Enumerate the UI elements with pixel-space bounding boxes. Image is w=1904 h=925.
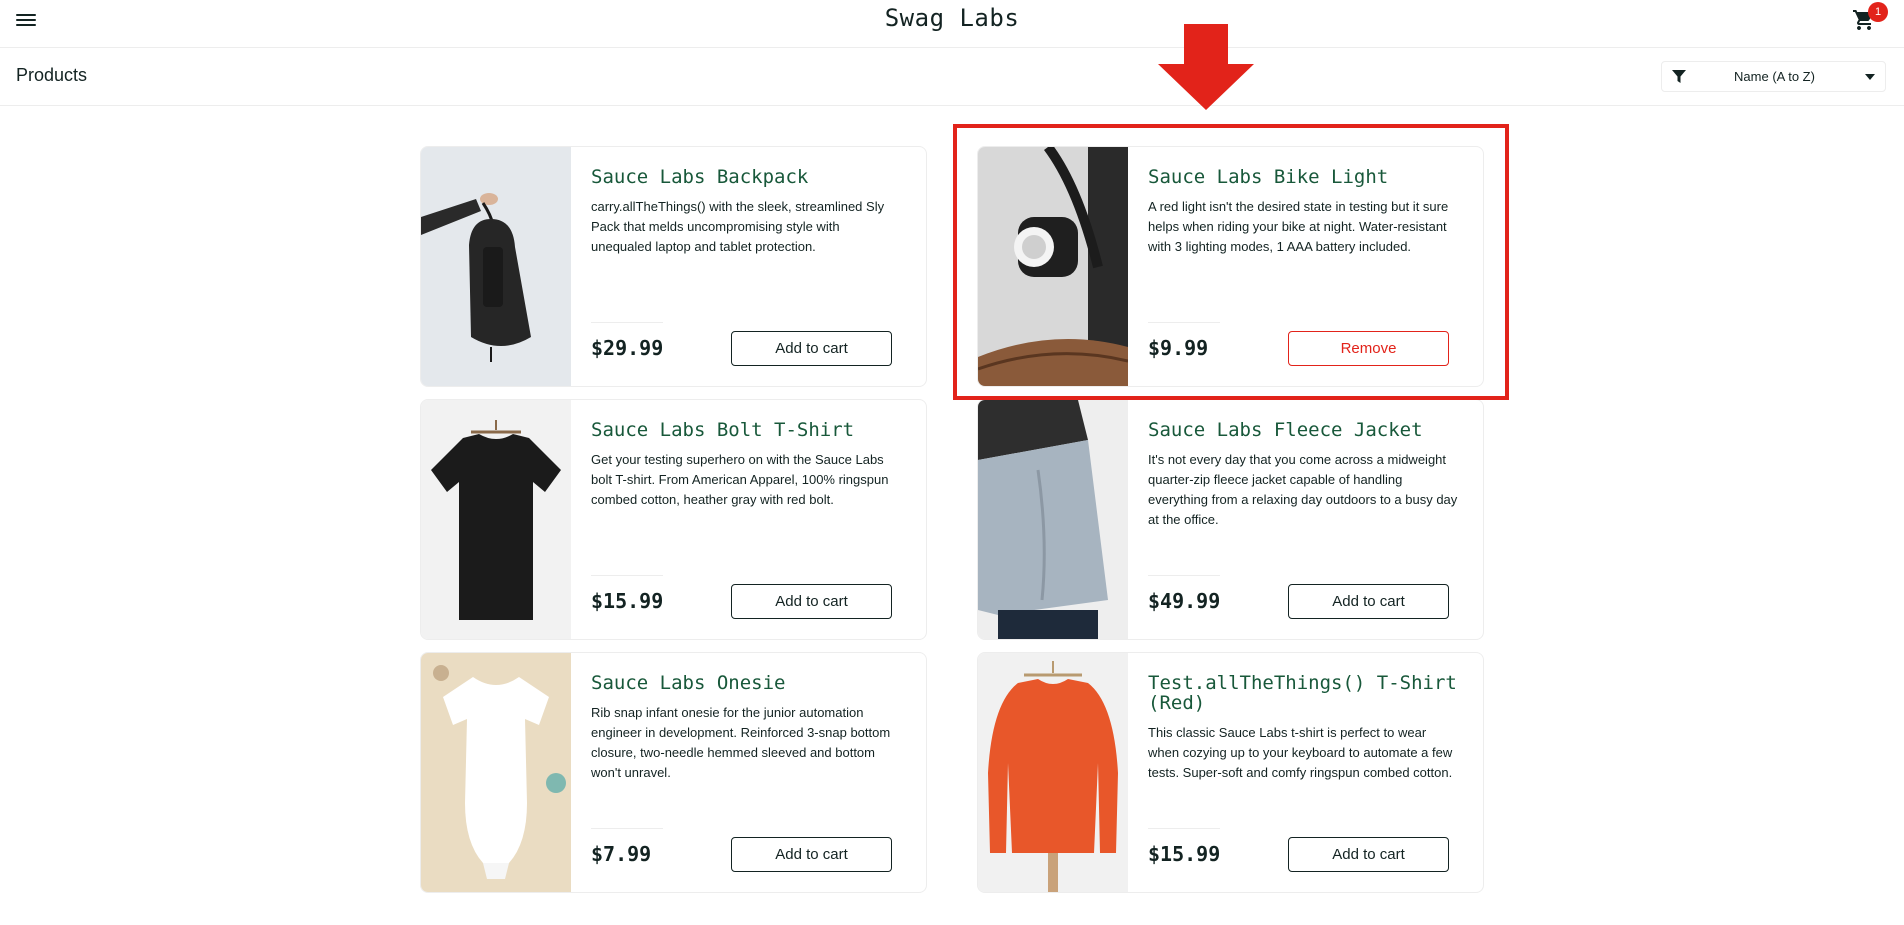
inventory-item: Sauce Labs Backpack carry.allTheThings()… <box>420 146 927 387</box>
item-description: It's not every day that you come across … <box>1148 452 1458 527</box>
add-to-cart-button[interactable]: Add to cart <box>731 584 892 619</box>
item-divider <box>1148 575 1220 576</box>
item-image-bolt-tshirt[interactable] <box>421 400 571 639</box>
inventory-item: Sauce Labs Bolt T-Shirt Get your testing… <box>420 399 927 640</box>
inventory-item: Sauce Labs Onesie Rib snap infant onesie… <box>420 652 927 893</box>
chevron-down-icon <box>1865 74 1875 80</box>
shopping-cart-link[interactable]: 1 <box>1850 2 1888 36</box>
item-title[interactable]: Sauce Labs Fleece Jacket <box>1148 420 1468 440</box>
menu-button[interactable] <box>16 10 36 30</box>
item-title[interactable]: Sauce Labs Bolt T-Shirt <box>591 420 911 440</box>
item-divider <box>1148 828 1220 829</box>
primary-header: Swag Labs 1 <box>0 0 1904 48</box>
item-price: $15.99 <box>1148 842 1221 866</box>
inventory-item: Sauce Labs Fleece Jacket It's not every … <box>977 399 1484 640</box>
cart-badge: 1 <box>1868 2 1888 22</box>
page-title: Products <box>16 65 88 85</box>
add-to-cart-button[interactable]: Add to cart <box>731 837 892 872</box>
item-title[interactable]: Sauce Labs Onesie <box>591 673 911 693</box>
item-title[interactable]: Sauce Labs Backpack <box>591 167 911 187</box>
item-price: $15.99 <box>591 589 664 613</box>
item-image-bike-light[interactable] <box>978 147 1128 386</box>
item-description: Rib snap infant onesie for the junior au… <box>591 705 891 780</box>
item-image-backpack[interactable] <box>421 147 571 386</box>
item-divider <box>591 575 663 576</box>
add-to-cart-button[interactable]: Add to cart <box>731 331 892 366</box>
item-divider <box>591 322 663 323</box>
item-title[interactable]: Test.allTheThings() T-Shirt (Red) <box>1148 673 1468 713</box>
item-divider <box>591 828 663 829</box>
item-price: $9.99 <box>1148 336 1209 360</box>
add-to-cart-button[interactable]: Add to cart <box>1288 584 1449 619</box>
add-to-cart-button[interactable]: Add to cart <box>1288 837 1449 872</box>
app-logo: Swag Labs <box>884 4 1020 32</box>
item-image-red-tshirt[interactable] <box>978 653 1128 892</box>
item-price: $7.99 <box>591 842 652 866</box>
item-image-onesie[interactable] <box>421 653 571 892</box>
item-image-fleece-jacket[interactable] <box>978 400 1128 639</box>
item-description: This classic Sauce Labs t-shirt is perfe… <box>1148 725 1453 780</box>
inventory-item: Sauce Labs Bike Light A red light isn't … <box>977 146 1484 387</box>
item-description: carry.allTheThings() with the sleek, str… <box>591 199 885 254</box>
menu-icon <box>16 10 36 26</box>
item-price: $49.99 <box>1148 589 1221 613</box>
sort-select[interactable]: Name (A to Z) <box>1661 61 1886 92</box>
item-divider <box>1148 322 1220 323</box>
item-description: A red light isn't the desired state in t… <box>1148 199 1449 254</box>
secondary-header: Products Name (A to Z) <box>0 48 1904 106</box>
sort-selected-value: Name (A to Z) <box>1734 69 1815 84</box>
inventory-item: Test.allTheThings() T-Shirt (Red) This c… <box>977 652 1484 893</box>
remove-button[interactable]: Remove <box>1288 331 1449 366</box>
item-price: $29.99 <box>591 336 664 360</box>
item-description: Get your testing superhero on with the S… <box>591 452 889 507</box>
item-title[interactable]: Sauce Labs Bike Light <box>1148 167 1468 187</box>
